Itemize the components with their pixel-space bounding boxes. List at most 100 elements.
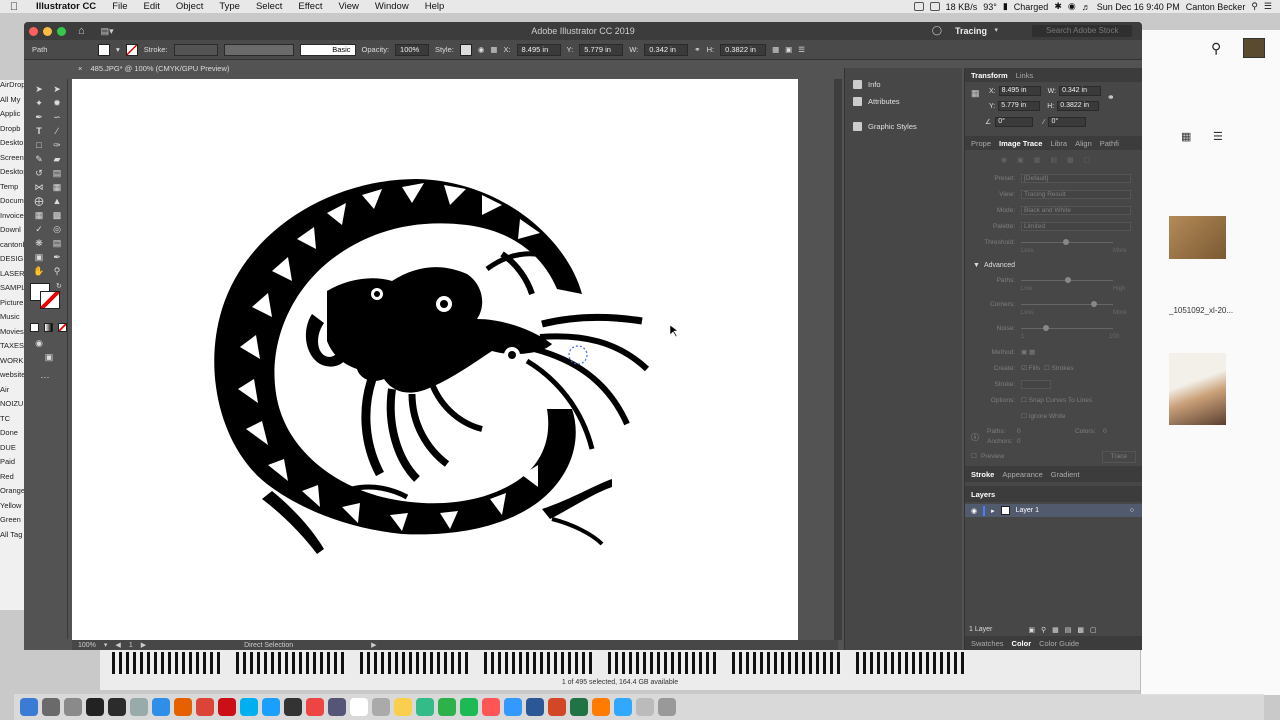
maximize-window-icon[interactable] — [57, 26, 66, 36]
symbol-sprayer-icon[interactable]: ❋ — [32, 237, 46, 249]
magic-wand-icon[interactable]: ✦ — [32, 97, 46, 109]
excel-dock-icon[interactable] — [570, 698, 588, 716]
menu-app-name[interactable]: Illustrator CC — [28, 1, 104, 12]
tab-properties[interactable]: Prope — [971, 139, 991, 148]
stock-search-input[interactable]: Search Adobe Stock — [1032, 25, 1132, 37]
chevron-right-icon[interactable]: ▸ — [991, 507, 995, 515]
safari-dock-icon[interactable] — [152, 698, 170, 716]
mesh-tool-icon[interactable]: ▦ — [32, 209, 46, 221]
fill-swatch[interactable] — [98, 43, 110, 56]
clipping-mask-icon[interactable]: ▦ — [1052, 626, 1059, 634]
auto-color-icon[interactable]: ◉ — [1001, 156, 1007, 164]
finder-sidebar-item[interactable]: NOIZU — [0, 399, 24, 414]
new-layer-icon[interactable]: ▩ — [1077, 626, 1084, 634]
y-input[interactable]: 5.779 in — [579, 43, 624, 56]
finder-sidebar-item[interactable]: Paid — [0, 457, 24, 472]
snap-checkbox[interactable]: ☐ — [1021, 396, 1027, 404]
rotate-input[interactable]: 0° — [995, 117, 1034, 127]
trash-dock-icon[interactable] — [658, 698, 676, 716]
menu-edit[interactable]: Edit — [136, 1, 168, 12]
finder-sidebar-item[interactable]: LASER — [0, 269, 24, 284]
firefox-dock-icon[interactable] — [174, 698, 192, 716]
file-thumbnail[interactable] — [1169, 216, 1226, 259]
outline-icon[interactable]: ▢ — [1084, 156, 1091, 164]
app-dock-icon[interactable] — [504, 698, 522, 716]
panel-graphic-styles[interactable]: Graphic Styles — [845, 118, 962, 135]
launchpad-dock-icon[interactable] — [64, 698, 82, 716]
advanced-toggle[interactable]: ▼ Advanced — [965, 258, 1142, 272]
file-thumbnail[interactable] — [484, 652, 594, 674]
trash-icon[interactable]: ▢ — [1090, 626, 1097, 634]
zoom-tool-icon[interactable]: ⚲ — [50, 265, 64, 277]
menu-effect[interactable]: Effect — [290, 1, 330, 12]
new-sublayer-icon[interactable]: ▤ — [1065, 626, 1072, 634]
noise-slider[interactable] — [1021, 324, 1113, 331]
tab-align[interactable]: Align — [1075, 139, 1092, 148]
finder-sidebar-item[interactable]: All Tag — [0, 530, 24, 545]
finder-sidebar-item[interactable]: Done — [0, 428, 24, 443]
next-artboard-icon[interactable]: ▶ — [141, 641, 146, 649]
file-thumbnail[interactable] — [608, 652, 718, 674]
tab-appearance[interactable]: Appearance — [1002, 470, 1042, 479]
fills-checkbox[interactable]: ☑ — [1021, 364, 1027, 372]
direct-selection-tool-icon[interactable]: ➤ — [50, 83, 64, 95]
preview-checkbox[interactable]: ☐ — [971, 452, 977, 460]
align-icon[interactable]: ▦ — [490, 45, 497, 54]
close-window-icon[interactable] — [29, 26, 38, 36]
link-proportions-icon[interactable]: ⚭ — [1107, 92, 1115, 103]
tab-swatches[interactable]: Swatches — [971, 639, 1004, 648]
eye-icon[interactable]: ◉ — [971, 507, 977, 515]
lasso-icon[interactable]: ✹ — [50, 97, 64, 109]
shape-builder-icon[interactable]: ⨁ — [32, 195, 46, 207]
type-tool-icon[interactable]: T — [32, 125, 46, 137]
volume-icon[interactable]: ♬ — [1082, 2, 1091, 12]
document-tab[interactable]: × 485.JPG* @ 100% (CMYK/GPU Preview) — [72, 61, 232, 77]
chevron-down-icon[interactable]: ▾ — [104, 641, 108, 649]
skype-dock-icon[interactable] — [240, 698, 258, 716]
spotlight-icon[interactable]: ⚲ — [1251, 1, 1258, 12]
zoom-level[interactable]: 100% — [78, 642, 96, 649]
grayscale-icon[interactable]: ▤ — [1050, 156, 1057, 164]
menu-type[interactable]: Type — [211, 1, 248, 12]
constrain-proportions-icon[interactable]: ⚭ — [694, 45, 700, 54]
stroke-swatch[interactable] — [125, 43, 138, 56]
tab-color[interactable]: Color — [1012, 639, 1032, 648]
status-arrow-icon[interactable]: ▶ — [371, 641, 376, 649]
artboard-canvas[interactable] — [72, 79, 798, 640]
x-input[interactable]: 8.495 in — [516, 43, 561, 56]
finder-sidebar-item[interactable]: Dropb — [0, 124, 24, 139]
avatar[interactable] — [1243, 38, 1265, 58]
scale-tool-icon[interactable]: ▤ — [50, 167, 64, 179]
tab-libraries[interactable]: Libra — [1050, 139, 1067, 148]
pen-tool-icon[interactable]: ✒ — [32, 111, 46, 123]
finder-sidebar-item[interactable]: Air — [0, 385, 24, 400]
graphic-style-swatch[interactable] — [459, 43, 472, 56]
locate-object-icon[interactable]: ⚲ — [1041, 626, 1046, 634]
chrome-dock-icon[interactable] — [196, 698, 214, 716]
gradient-tool-icon[interactable]: ▩ — [50, 209, 64, 221]
menu-help[interactable]: Help — [417, 1, 453, 12]
finder-sidebar-item[interactable]: AirDrop — [0, 80, 24, 95]
view-select[interactable]: Tracing Result — [1021, 189, 1131, 199]
eraser-icon[interactable]: ▰ — [50, 153, 64, 165]
h-input[interactable]: 0.3822 in — [720, 43, 767, 56]
transform-y-input[interactable]: 5.779 in — [998, 101, 1041, 111]
ignore-white-checkbox[interactable]: ☐ — [1021, 412, 1027, 420]
selection-tool-icon[interactable]: ➤ — [32, 83, 46, 95]
prev-artboard-icon[interactable]: ◀ — [115, 641, 120, 649]
rectangle-tool-icon[interactable]: □ — [32, 139, 46, 151]
notes-dock-icon[interactable] — [394, 698, 412, 716]
file-thumbnail[interactable] — [112, 652, 222, 674]
facetime-dock-icon[interactable] — [438, 698, 456, 716]
photoshop-dock-icon[interactable] — [614, 698, 632, 716]
bluetooth-icon[interactable]: ✱ — [1054, 1, 1062, 12]
finder-sidebar-item[interactable]: Music — [0, 312, 24, 327]
layer-row[interactable]: ◉ ▸ Layer 1 ○ — [965, 504, 1142, 517]
finder-sidebar-item[interactable]: Yellow — [0, 501, 24, 516]
list-view-icon[interactable]: ☰ — [1213, 130, 1223, 143]
export-icon[interactable]: ▣ — [1028, 626, 1035, 634]
finder-sidebar-item[interactable]: TAXES — [0, 341, 24, 356]
finder-sidebar-item[interactable]: Invoice — [0, 211, 24, 226]
curvature-tool-icon[interactable]: ∽ — [50, 111, 64, 123]
line-tool-icon[interactable]: ∕ — [50, 125, 64, 137]
